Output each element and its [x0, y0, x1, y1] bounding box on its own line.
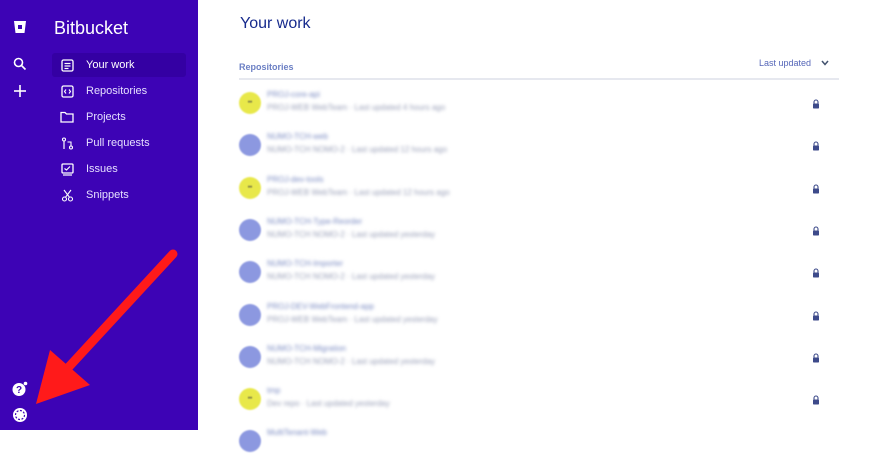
- sidebar-item-pull-requests[interactable]: Pull requests: [52, 131, 186, 155]
- lock-icon: [813, 184, 819, 194]
- lock-icon: [813, 99, 819, 109]
- repositories-label: Repositories: [239, 62, 294, 72]
- repository-avatar: [239, 218, 261, 241]
- repository-row[interactable]: •• PROJ-dev-tools PROJ-WEB WebTeam · Last …: [239, 171, 839, 213]
- sort-label: Last updated: [758, 58, 811, 68]
- sidebar-nav: Your work Repositories Projects Pull req…: [52, 53, 186, 209]
- avatar-glyph: ••: [247, 184, 253, 191]
- repository-meta: NUMO-TCH NOMO-2 · Last updated yesterday: [267, 356, 436, 366]
- sidebar-item-snippets[interactable]: Snippets: [52, 183, 186, 207]
- repository-avatar: [239, 430, 261, 453]
- projects-icon: [60, 110, 74, 124]
- sidebar-item-label: Your work: [86, 59, 135, 71]
- repository-name[interactable]: PROJ-core-api: [267, 90, 320, 99]
- page-title: Your work: [240, 15, 311, 32]
- avatar-glyph: ••: [247, 396, 253, 403]
- chevron-down-icon: [821, 58, 829, 68]
- repository-row[interactable]: NUMO-TCH-Importer NUMO-TCH NOMO-2 · Last …: [239, 255, 839, 297]
- repository-meta: NUMO-TCH NOMO-2 · Last updated 12 hours …: [267, 145, 448, 155]
- repositories-section-header: Repositories Last updated: [239, 58, 839, 80]
- repository-name[interactable]: NUMO-TCH-Type-Reorder: [267, 217, 362, 226]
- search-icon[interactable]: [10, 54, 30, 74]
- sidebar-item-repositories[interactable]: Repositories: [52, 79, 186, 103]
- repository-row[interactable]: NUMO-TCH-Type-Reorder NUMO-TCH NOMO-2 · L…: [239, 213, 839, 255]
- sidebar-item-label: Issues: [86, 163, 118, 175]
- repository-meta: NUMO-TCH NOMO-2 · Last updated yesterday: [267, 272, 436, 282]
- issues-icon: [60, 162, 74, 176]
- repository-meta: PROJ-WEB WebTeam · Last updated yesterda…: [267, 314, 438, 324]
- repository-name[interactable]: NUMO-TCH-Migration: [267, 344, 346, 353]
- lock-icon: [813, 268, 819, 278]
- repository-meta: PROJ-WEB WebTeam · Last updated 12 hours…: [267, 187, 450, 197]
- sidebar-item-issues[interactable]: Issues: [52, 157, 186, 181]
- repository-name[interactable]: tmp: [267, 386, 280, 395]
- repositories-icon: [60, 84, 74, 98]
- repository-row[interactable]: PROJ-DEV-WebFrontend-app PROJ-WEB WebTeam…: [239, 298, 839, 340]
- repository-avatar: ••: [239, 388, 261, 411]
- bitbucket-logo-icon[interactable]: [10, 17, 30, 37]
- lock-icon: [813, 353, 819, 363]
- plus-icon[interactable]: [10, 81, 30, 101]
- app-name: Bitbucket: [54, 18, 129, 38]
- repository-name[interactable]: NUMO-TCH-Importer: [267, 259, 343, 268]
- pull-requests-icon: [60, 136, 74, 150]
- repository-row[interactable]: •• tmp Dev repo · Last updated yesterday: [239, 382, 839, 424]
- snippets-icon: [60, 188, 74, 202]
- main-content: Your work Repositories Last updated •• PR…: [198, 0, 880, 453]
- repository-meta: PROJ-WEB WebTeam · Last updated 4 hours …: [267, 103, 446, 112]
- user-avatar-icon[interactable]: [10, 405, 30, 425]
- repository-row[interactable]: NUMO-TCH-web NUMO-TCH NOMO-2 · Last updat…: [239, 128, 839, 170]
- repository-row[interactable]: NUMO-TCH-Migration NUMO-TCH NOMO-2 · Last…: [239, 340, 839, 382]
- repository-name[interactable]: PROJ-DEV-WebFrontend-app: [267, 302, 374, 311]
- lock-icon: [813, 226, 819, 236]
- repository-avatar: [239, 303, 261, 326]
- repository-avatar: ••: [239, 176, 261, 199]
- lock-icon: [813, 395, 819, 405]
- sidebar-item-projects[interactable]: Projects: [52, 105, 186, 129]
- repository-avatar: ••: [239, 92, 261, 114]
- lock-icon: [813, 141, 819, 151]
- repository-avatar: [239, 134, 261, 157]
- help-icon[interactable]: ?: [10, 379, 30, 399]
- sidebar-item-your-work[interactable]: Your work: [52, 53, 186, 77]
- lock-icon: [813, 310, 819, 320]
- repository-avatar: [239, 261, 261, 284]
- global-rail: ?: [0, 0, 40, 430]
- sidebar-item-label: Repositories: [86, 85, 148, 97]
- sort-dropdown[interactable]: Last updated: [759, 58, 829, 68]
- svg-text:?: ?: [16, 385, 22, 396]
- sidebar-item-label: Pull requests: [86, 137, 150, 149]
- repository-meta: Dev repo · Last updated yesterday: [267, 399, 390, 409]
- your-work-icon: [60, 58, 74, 72]
- repository-meta: NUMO-TCH NOMO-2 · Last updated yesterday: [267, 229, 436, 239]
- repository-row[interactable]: MultiTenant-Web: [239, 424, 839, 466]
- repository-name[interactable]: NUMO-TCH-web: [267, 132, 328, 141]
- sidebar: Bitbucket Your work Repositories Project…: [40, 0, 198, 430]
- repository-name[interactable]: PROJ-dev-tools: [267, 175, 323, 184]
- sidebar-item-label: Snippets: [86, 189, 129, 201]
- repository-avatar: [239, 345, 261, 368]
- repository-row[interactable]: •• PROJ-core-api PROJ-WEB WebTeam · Last u…: [239, 86, 839, 128]
- sidebar-item-label: Projects: [86, 111, 126, 123]
- avatar-glyph: ••: [247, 100, 253, 106]
